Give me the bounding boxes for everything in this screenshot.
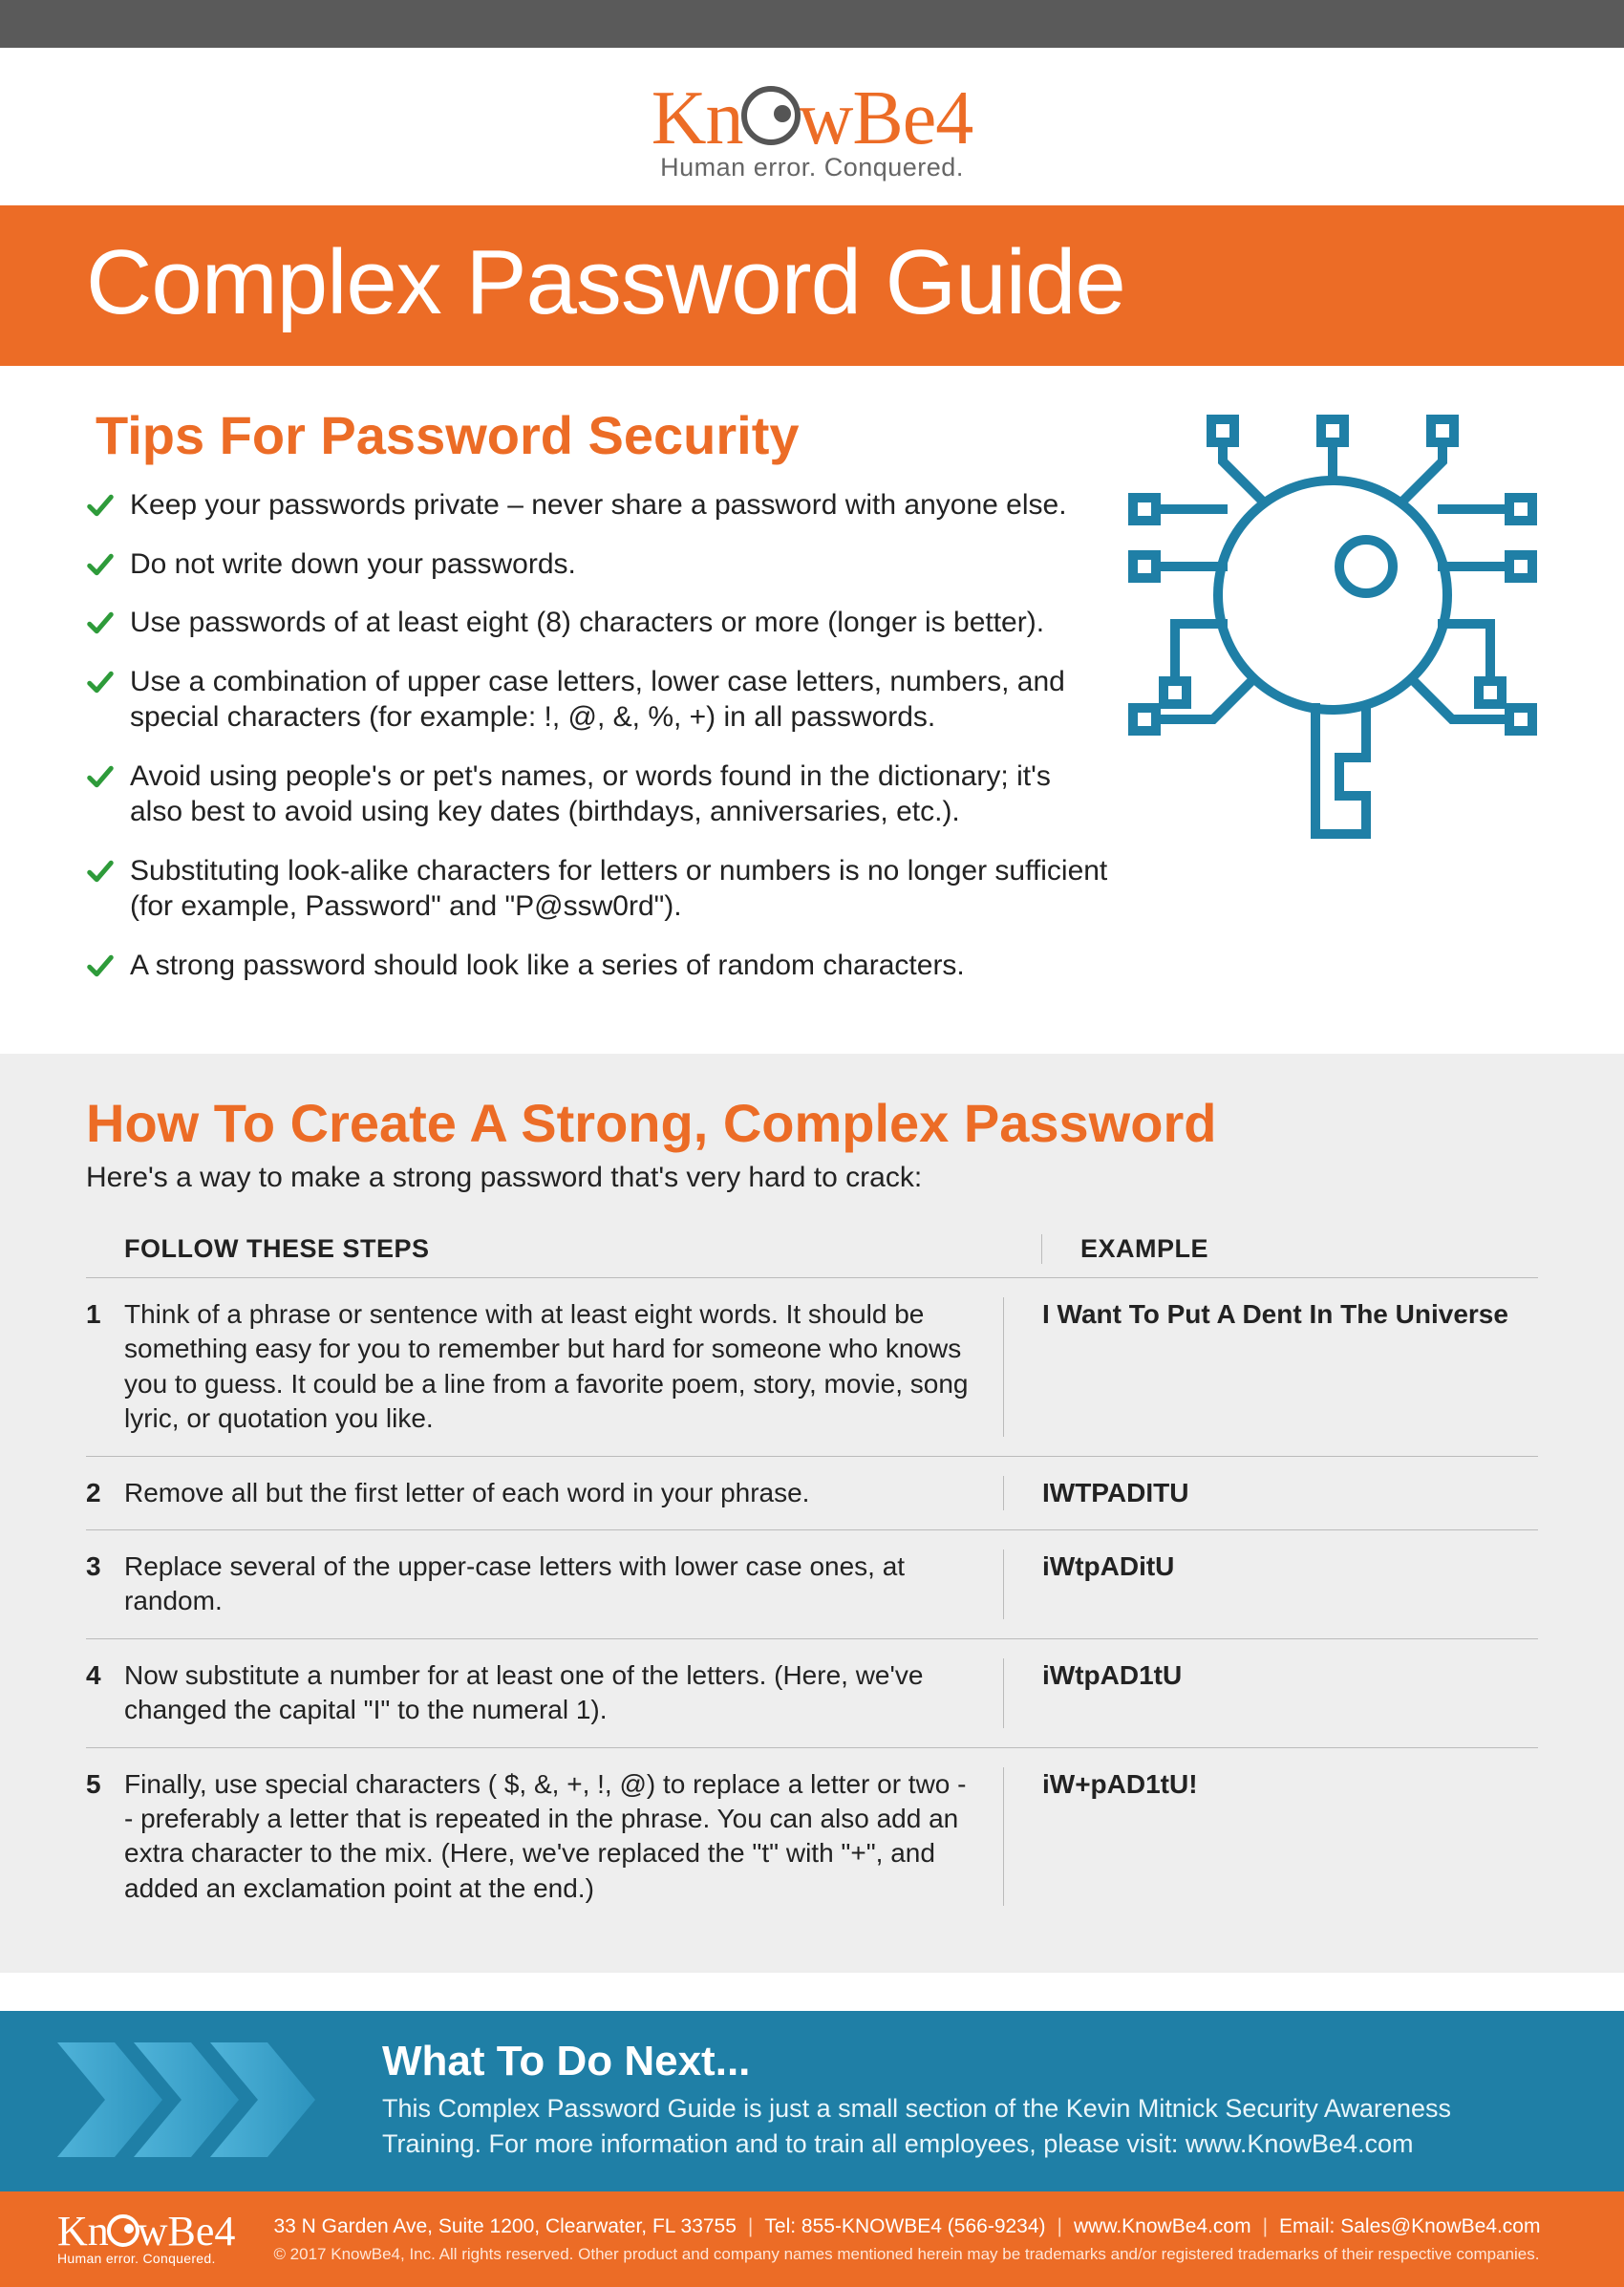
tip-text: Avoid using people's or pet's names, or … <box>130 759 1108 830</box>
tip-item: Keep your passwords private – never shar… <box>86 487 1108 524</box>
howto-step-row: 2Remove all but the first letter of each… <box>86 1457 1538 1530</box>
footer-email: Email: Sales@KnowBe4.com <box>1279 2215 1540 2237</box>
howto-section: How To Create A Strong, Complex Password… <box>0 1054 1624 1973</box>
footer-address: 33 N Garden Ave, Suite 1200, Clearwater,… <box>273 2215 736 2237</box>
step-number: 3 <box>86 1550 124 1619</box>
footer-tagline: Human error. Conquered. <box>57 2251 235 2266</box>
howto-steps-body: 1Think of a phrase or sentence with at l… <box>86 1278 1538 1925</box>
tip-text: Use a combination of upper case letters,… <box>130 664 1108 736</box>
step-text: Think of a phrase or sentence with at le… <box>124 1297 1003 1437</box>
howto-step-row: 5Finally, use special characters ( $, &,… <box>86 1748 1538 1926</box>
howto-subtitle: Here's a way to make a strong password t… <box>86 1162 1538 1194</box>
howto-header-example: EXAMPLE <box>1041 1234 1538 1264</box>
tip-text: Do not write down your passwords. <box>130 546 576 583</box>
page-title: Complex Password Guide <box>86 230 1538 335</box>
step-text: Now substitute a number for at least one… <box>124 1658 1003 1728</box>
footer-copyright: © 2017 KnowBe4, Inc. All rights reserved… <box>273 2245 1540 2264</box>
next-text: This Complex Password Guide is just a sm… <box>382 2091 1538 2161</box>
next-heading: What To Do Next... <box>382 2038 1538 2085</box>
tips-section: Tips For Password Security Keep your pas… <box>0 366 1624 1054</box>
footer-tel: Tel: 855-KNOWBE4 (566-9234) <box>764 2215 1045 2237</box>
hero-banner: Complex Password Guide <box>0 205 1624 366</box>
howto-heading: How To Create A Strong, Complex Password <box>86 1092 1538 1154</box>
howto-header-steps: FOLLOW THESE STEPS <box>124 1234 1041 1264</box>
howto-step-row: 4Now substitute a number for at least on… <box>86 1639 1538 1748</box>
tip-item: Use passwords of at least eight (8) char… <box>86 605 1108 641</box>
tip-text: A strong password should look like a ser… <box>130 948 965 984</box>
step-text: Finally, use special characters ( $, &, … <box>124 1767 1003 1907</box>
checkmark-icon <box>86 668 115 696</box>
step-number: 5 <box>86 1767 124 1907</box>
footer-logo-o-icon <box>107 2214 139 2247</box>
tip-item: Avoid using people's or pet's names, or … <box>86 759 1108 830</box>
tips-list: Keep your passwords private – never shar… <box>86 487 1108 983</box>
step-example: iWtpAD1tU <box>1003 1658 1538 1728</box>
howto-table-header: FOLLOW THESE STEPS EXAMPLE <box>86 1221 1538 1278</box>
tip-text: Substituting look-alike characters for l… <box>130 853 1108 925</box>
footer-logo-block: Kn wBe4 Human error. Conquered. <box>57 2211 235 2266</box>
tip-text: Use passwords of at least eight (8) char… <box>130 605 1044 641</box>
howto-step-row: 1Think of a phrase or sentence with at l… <box>86 1278 1538 1457</box>
brand-logo-o-icon <box>741 86 801 145</box>
checkmark-icon <box>86 609 115 637</box>
checkmark-icon <box>86 951 115 980</box>
top-bar <box>0 0 1624 48</box>
step-number: 4 <box>86 1658 124 1728</box>
brand-tagline: Human error. Conquered. <box>0 153 1624 182</box>
footer-brand-part2: wBe4 <box>138 2208 236 2255</box>
tips-heading: Tips For Password Security <box>96 404 1108 466</box>
step-number: 2 <box>86 1476 124 1510</box>
brand-logo: KnwBe4 <box>0 80 1624 157</box>
step-text: Replace several of the upper-case letter… <box>124 1550 1003 1619</box>
chevron-arrows-icon <box>57 2042 344 2157</box>
step-example: IWTPADITU <box>1003 1476 1538 1510</box>
brand-name-part1: Kn <box>652 76 743 160</box>
tip-text: Keep your passwords private – never shar… <box>130 487 1067 524</box>
step-example: iW+pAD1tU! <box>1003 1767 1538 1907</box>
checkmark-icon <box>86 550 115 579</box>
tip-item: Do not write down your passwords. <box>86 546 1108 583</box>
tip-item: Substituting look-alike characters for l… <box>86 853 1108 925</box>
footer-brand-logo: Kn wBe4 <box>57 2211 235 2253</box>
footer-web: www.KnowBe4.com <box>1074 2215 1251 2237</box>
tip-item: A strong password should look like a ser… <box>86 948 1108 984</box>
checkmark-icon <box>86 491 115 520</box>
brand-name-part2: wBe4 <box>799 76 973 160</box>
step-number: 1 <box>86 1297 124 1437</box>
step-example: iWtpADitU <box>1003 1550 1538 1619</box>
tip-item: Use a combination of upper case letters,… <box>86 664 1108 736</box>
step-text: Remove all but the first letter of each … <box>124 1476 1003 1510</box>
footer-contact-line: 33 N Garden Ave, Suite 1200, Clearwater,… <box>273 2212 1540 2241</box>
step-example: I Want To Put A Dent In The Universe <box>1003 1297 1538 1437</box>
footer-brand-part1: Kn <box>57 2208 109 2255</box>
footer: Kn wBe4 Human error. Conquered. 33 N Gard… <box>0 2191 1624 2287</box>
howto-step-row: 3Replace several of the upper-case lette… <box>86 1530 1538 1639</box>
brand-logo-block: KnwBe4 Human error. Conquered. <box>0 48 1624 205</box>
checkmark-icon <box>86 762 115 791</box>
checkmark-icon <box>86 857 115 886</box>
key-circuit-icon <box>1127 404 1538 1006</box>
